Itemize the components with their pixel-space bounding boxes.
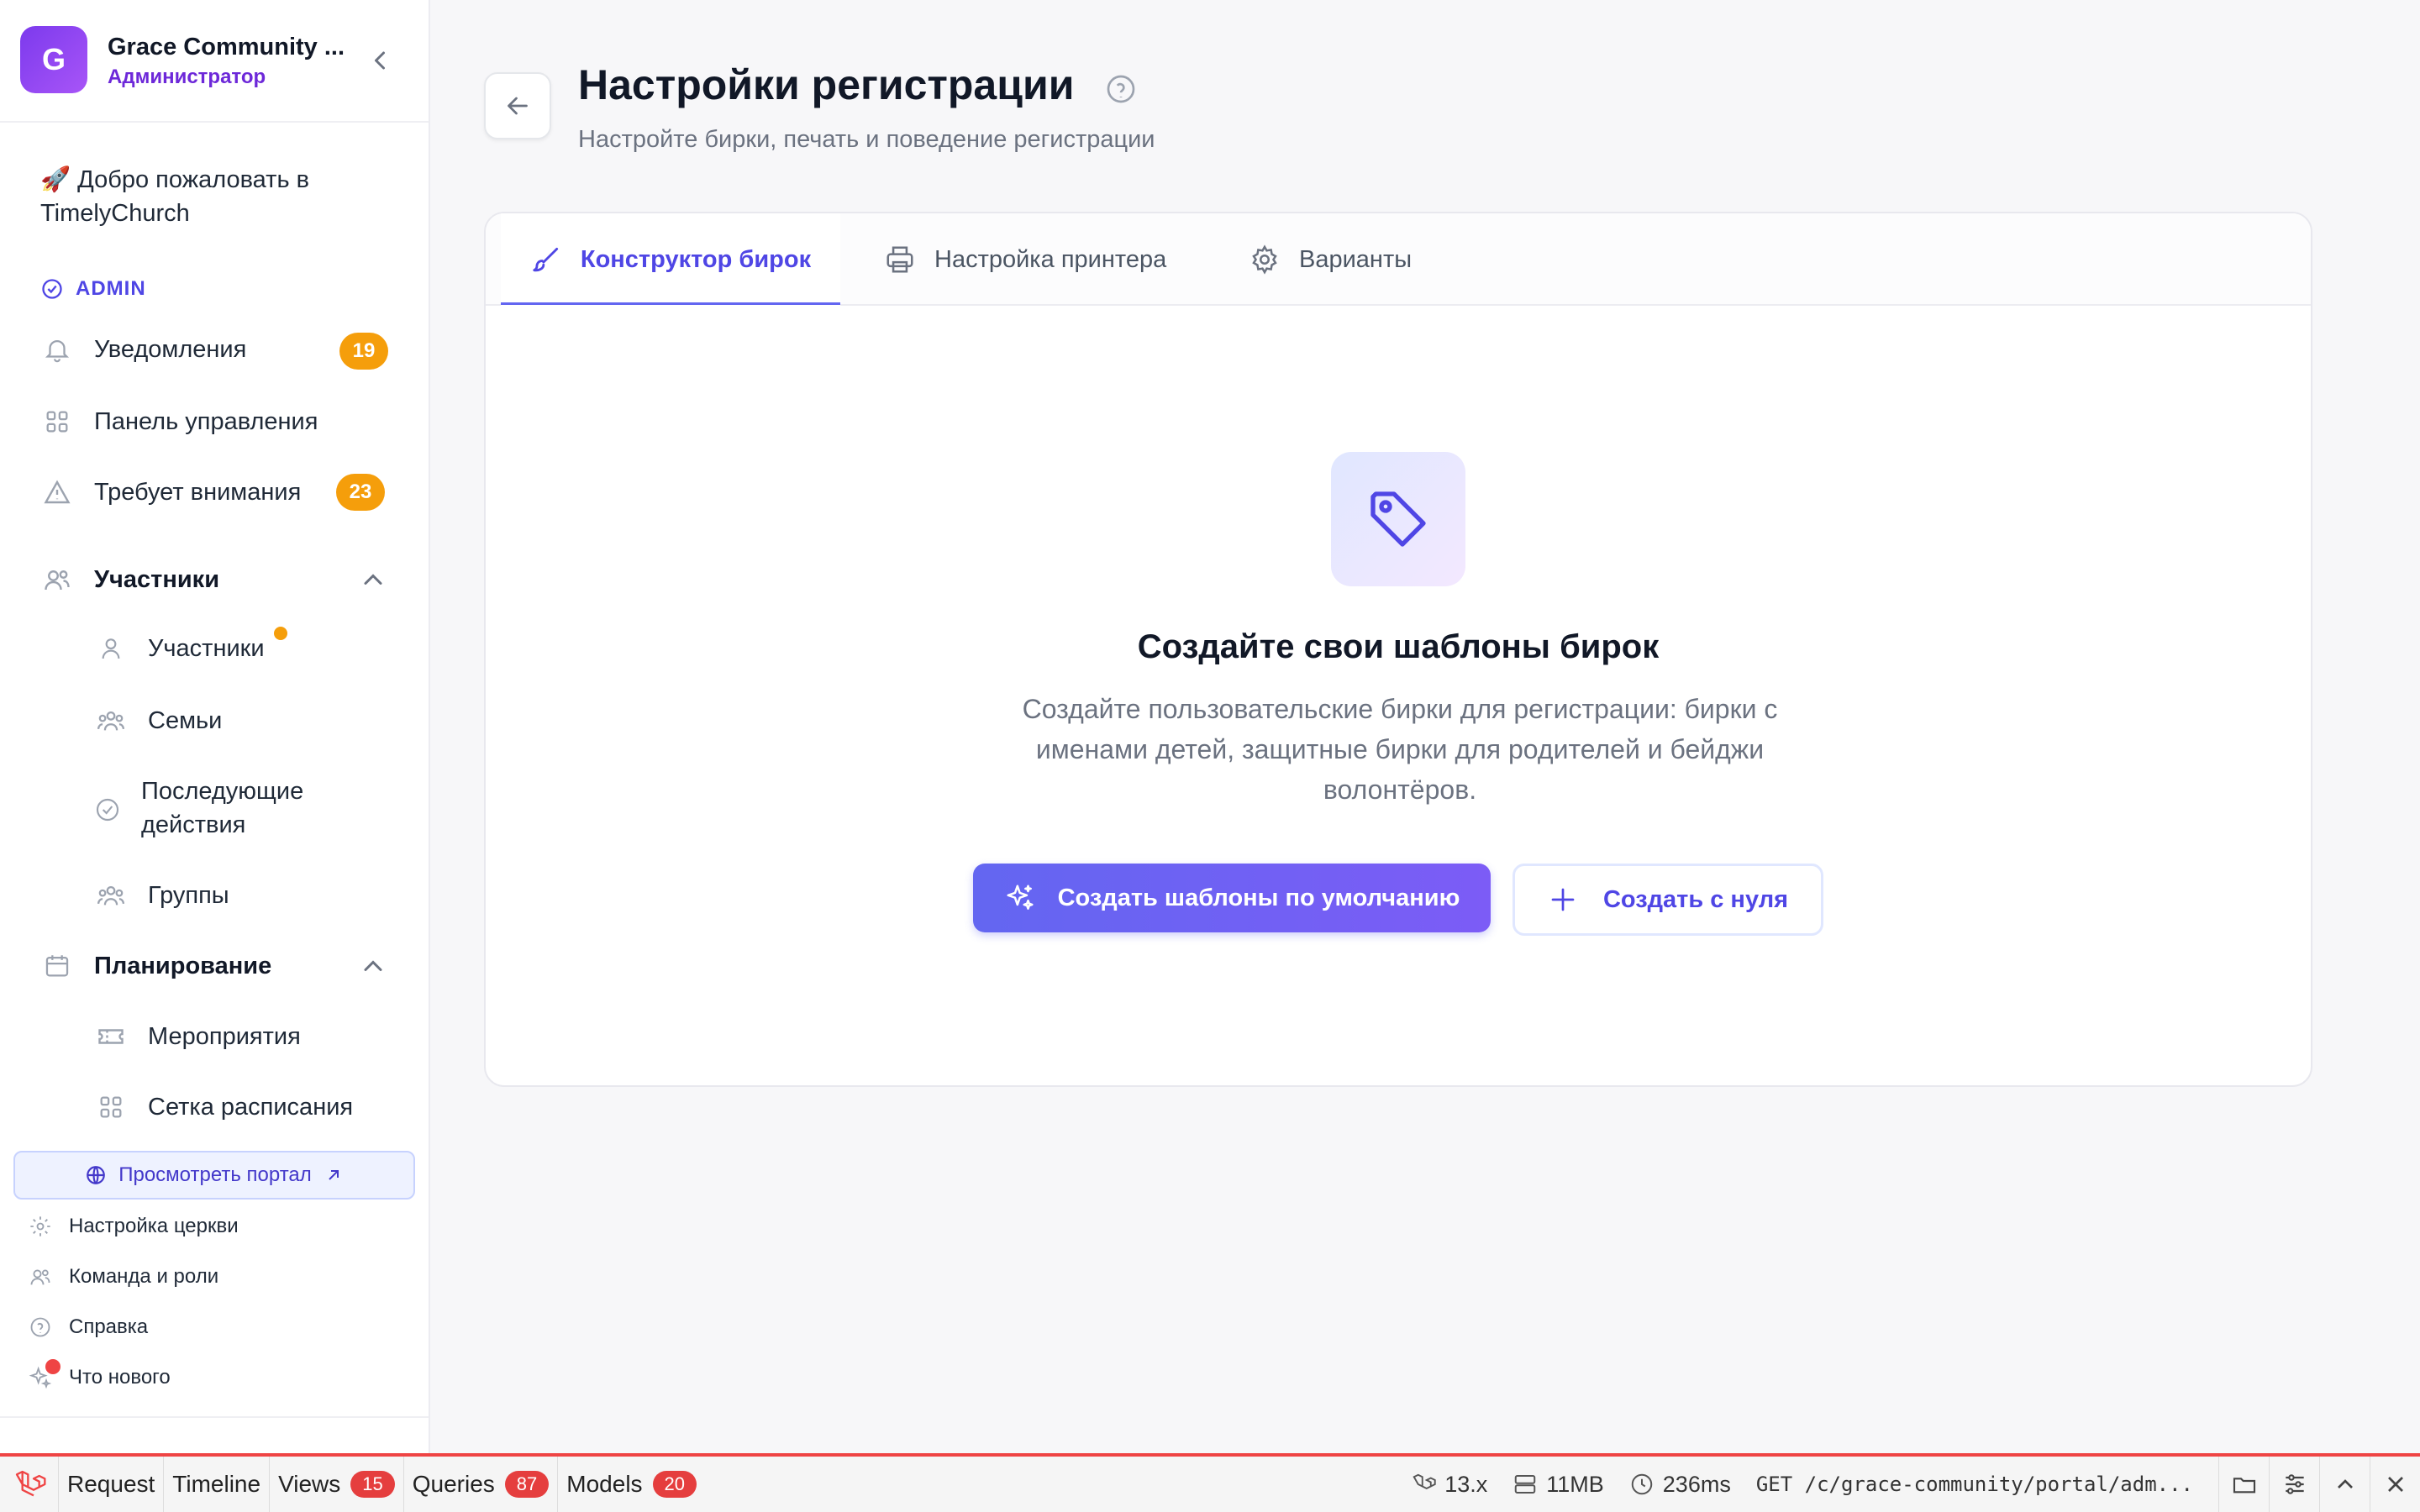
globe-icon (87, 1166, 106, 1184)
tag-icon (1370, 491, 1426, 547)
folder-open-icon[interactable] (2218, 1457, 2269, 1512)
help-circle-icon (29, 1315, 52, 1339)
views-count-badge: 15 (350, 1471, 395, 1498)
footer-whats-new[interactable]: Что нового (29, 1359, 171, 1389)
notifications-badge: 19 (339, 333, 388, 370)
brush-icon (533, 247, 558, 272)
memory-usage: 11MB (1512, 1472, 1604, 1498)
laravel-logo-icon[interactable] (0, 1457, 59, 1512)
tab-bar: Конструктор бирок Настройка принтера Вар… (486, 213, 2311, 306)
tab-options[interactable]: Варианты (1249, 213, 1412, 306)
clock-icon (1631, 1473, 1653, 1495)
empty-state-illustration (1331, 452, 1465, 586)
brand-header: G Grace Community ... Администратор (0, 0, 429, 123)
grid-icon (94, 1090, 128, 1124)
collapse-sidebar-icon[interactable] (365, 45, 395, 76)
help-circle-icon[interactable] (1104, 72, 1138, 106)
nav-dashboard[interactable]: Панель управления (40, 396, 318, 447)
nav-group-participants[interactable]: Участники (40, 554, 219, 605)
footer-team-roles[interactable]: Команда и роли (29, 1265, 218, 1289)
check-circle-icon (42, 279, 62, 299)
create-from-scratch-button[interactable]: Создать с нуля (1512, 864, 1823, 936)
printer-icon (886, 246, 913, 273)
nav-participants[interactable]: Участники (94, 632, 265, 665)
admin-section-label: ADMIN (40, 277, 146, 301)
tab-tag-builder[interactable]: Конструктор бирок (501, 213, 840, 306)
users-icon (40, 563, 74, 596)
welcome-link[interactable]: 🚀 Добро пожаловать в TimelyChurch (40, 163, 393, 230)
settings-card: Конструктор бирок Настройка принтера Вар… (484, 212, 2312, 1087)
request-time: 236ms (1629, 1472, 1731, 1498)
framework-version: 13.x (1411, 1472, 1487, 1498)
sidebar-divider (0, 1416, 429, 1418)
chevron-up-icon[interactable] (2319, 1457, 2370, 1512)
attention-badge: 23 (336, 474, 385, 511)
new-indicator-dot (45, 1359, 60, 1374)
nav-families[interactable]: Семьи (94, 704, 222, 738)
queries-count-badge: 87 (504, 1471, 550, 1498)
back-button[interactable] (484, 72, 551, 139)
create-default-templates-button[interactable]: Создать шаблоны по умолчанию (973, 864, 1491, 932)
page-subtitle: Настройте бирки, печать и поведение реги… (578, 126, 1155, 153)
server-icon (1515, 1475, 1536, 1494)
users-icon (29, 1265, 52, 1289)
grid-icon (40, 405, 74, 438)
user-role: Администратор (108, 66, 266, 88)
nav-followups[interactable]: Последующие действия (94, 774, 338, 842)
gear-icon (1252, 244, 1277, 275)
nav-groups[interactable]: Группы (94, 879, 229, 912)
warning-icon (40, 475, 74, 509)
nav-schedule-grid[interactable]: Сетка расписания (94, 1090, 353, 1124)
debug-tab-queries[interactable]: Queries 87 (404, 1457, 559, 1512)
models-count-badge: 20 (652, 1471, 697, 1498)
org-avatar[interactable]: G (20, 26, 87, 93)
laravel-icon (1413, 1473, 1436, 1490)
debug-tab-request[interactable]: Request (59, 1457, 165, 1512)
nav-events[interactable]: Мероприятия (94, 1020, 301, 1053)
debug-tab-models[interactable]: Models 20 (558, 1457, 705, 1512)
new-indicator-dot (274, 627, 287, 640)
arrow-left-icon (508, 97, 528, 115)
bell-icon (40, 333, 74, 366)
empty-state-description: Создайте пользовательские бирки для реги… (1022, 694, 1778, 805)
debug-tab-timeline[interactable]: Timeline (164, 1457, 271, 1512)
gear-icon (29, 1215, 52, 1238)
sparkles-icon (1007, 885, 1034, 910)
nav-attention[interactable]: Требует внимания (40, 467, 301, 517)
empty-state-title: Создайте свои шаблоны бирок (1137, 628, 1660, 665)
ticket-icon (94, 1020, 128, 1053)
nav-notifications[interactable]: Уведомления (40, 324, 246, 375)
check-badge-icon (94, 793, 121, 827)
org-name[interactable]: Grace Community ... (108, 34, 345, 61)
close-icon[interactable] (2370, 1457, 2420, 1512)
group-icon (94, 879, 128, 912)
sparkles-icon (29, 1359, 60, 1389)
debug-bar: Request Timeline Views 15 Queries 87 Model… (0, 1453, 2420, 1512)
chevron-up-icon[interactable] (358, 951, 388, 981)
page-title: Настройки регистрации (578, 61, 1075, 108)
external-link-icon (329, 1170, 339, 1180)
debug-stats: 13.x 11MB 236ms GET /c/grace-community/p… (1411, 1457, 2420, 1512)
active-tab-indicator (501, 302, 840, 305)
request-route[interactable]: GET /c/grace-community/portal/adm... (1756, 1473, 2193, 1496)
footer-help[interactable]: Справка (29, 1315, 148, 1339)
sidebar: G Grace Community ... Администратор 🚀 До… (0, 0, 430, 1453)
settings-sliders-icon[interactable] (2269, 1457, 2319, 1512)
tab-printer-setup[interactable]: Настройка принтера (884, 213, 1166, 306)
calendar-icon (40, 949, 74, 983)
plus-icon (1551, 888, 1575, 911)
nav-group-planning[interactable]: Планирование (40, 941, 271, 991)
family-icon (94, 704, 128, 738)
user-icon (94, 632, 128, 665)
footer-church-settings[interactable]: Настройка церкви (29, 1215, 239, 1238)
chevron-up-icon[interactable] (358, 564, 388, 595)
debug-tab-views[interactable]: Views 15 (270, 1457, 404, 1512)
view-portal-button[interactable]: Просмотреть портал (13, 1151, 415, 1200)
